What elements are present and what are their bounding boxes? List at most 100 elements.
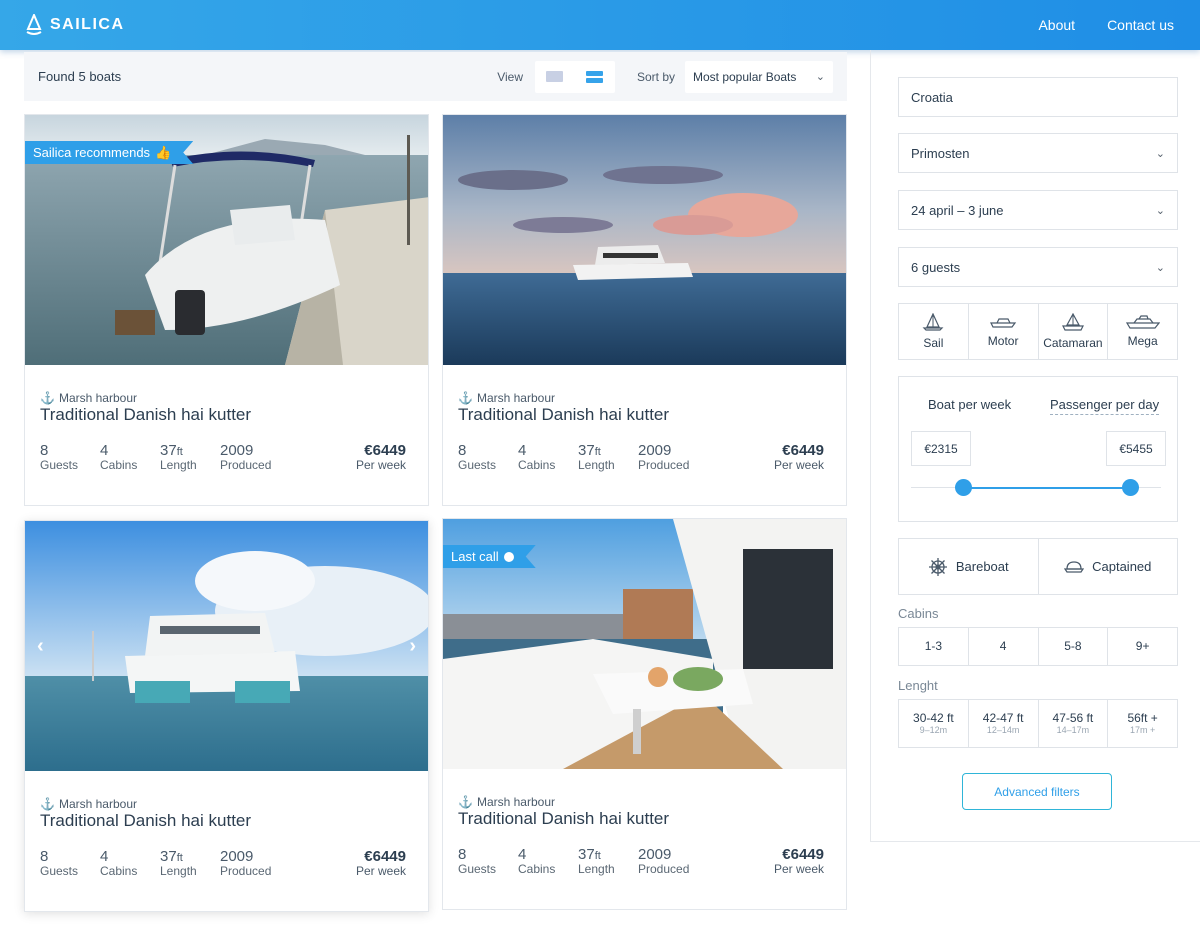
- stat-unit: ft: [594, 446, 601, 458]
- price-slider-max-handle[interactable]: [1122, 479, 1139, 496]
- dates-value: 24 april – 3 june: [911, 202, 1004, 218]
- type-label: Mega: [1127, 334, 1158, 348]
- boat-location: ⚓ Marsh harbour: [40, 797, 137, 811]
- length-m: 12–14m: [986, 725, 1020, 736]
- cabins-label: Cabins: [898, 606, 939, 621]
- location-text: Marsh harbour: [476, 391, 555, 405]
- price-value: €6449: [364, 848, 406, 865]
- tab-passenger-per-day[interactable]: Passenger per day: [1050, 397, 1160, 415]
- price-slider-fill: [963, 487, 1130, 489]
- type-mega[interactable]: Mega: [1108, 304, 1177, 359]
- length-option[interactable]: 30-42 ft 9–12m: [899, 700, 969, 747]
- price-min-input[interactable]: €2315: [911, 431, 971, 466]
- boat-photo[interactable]: Sailica recommends 👍: [25, 115, 428, 365]
- boat-title[interactable]: Traditional Danish hai kutter: [458, 405, 669, 425]
- filters-sidebar: Croatia Primosten ⌄ 24 april – 3 june ⌄ 6 …: [870, 50, 1200, 842]
- last-call-badge: Last call: [443, 545, 536, 568]
- boat-card[interactable]: ⚓ Marsh harbour Traditional Danish hai ku…: [442, 114, 847, 506]
- price-label: Per week: [773, 862, 824, 877]
- tab-boat-per-week[interactable]: Boat per week: [928, 397, 1011, 412]
- type-label: Sail: [923, 336, 944, 350]
- length-option[interactable]: 56ft +17m +: [1108, 700, 1177, 747]
- stat-label: Produced: [638, 458, 690, 473]
- stat-guests: 8 Guests: [40, 442, 100, 473]
- length-option[interactable]: 47-56 ft 14–17m: [1039, 700, 1109, 747]
- main-nav: About Contact us: [1038, 17, 1174, 33]
- length-option[interactable]: 42-47 ft 12–14m: [969, 700, 1039, 747]
- length-label: Lenght: [898, 678, 938, 693]
- next-photo-icon[interactable]: ›: [409, 635, 416, 658]
- logo[interactable]: SAILICA: [26, 14, 125, 36]
- price-range: Boat per week Passenger per day €2315 €5…: [898, 376, 1178, 522]
- stat-label: Cabins: [100, 458, 138, 473]
- view-toggle: [534, 60, 615, 93]
- cabins-option[interactable]: 1-3: [899, 628, 969, 665]
- country-input[interactable]: Croatia: [898, 77, 1178, 117]
- stat-label: Produced: [220, 458, 272, 473]
- advanced-filters-button[interactable]: Advanced filters: [962, 773, 1112, 810]
- type-catamaran[interactable]: Catamaran: [1039, 304, 1109, 359]
- stat-label: Guests: [40, 458, 79, 473]
- grid-view-icon[interactable]: [546, 71, 564, 82]
- list-view-icon[interactable]: [586, 70, 604, 83]
- boat-stats: 8 Guests 4 Cabins 37ft Length 2009 Produced: [40, 848, 271, 879]
- stat-cabins: 4 Cabins: [518, 442, 578, 473]
- stat-value: 37: [578, 846, 595, 863]
- captain-selector: Bareboat Captained: [898, 538, 1178, 595]
- cabins-option[interactable]: 4: [969, 628, 1039, 665]
- price-slider-min-handle[interactable]: [955, 479, 972, 496]
- boat-stats: 8 Guests 4 Cabins 37ft Length 2009 Produced: [40, 442, 271, 473]
- boat-title[interactable]: Traditional Danish hai kutter: [40, 405, 251, 425]
- captain-hat-icon: [1064, 560, 1085, 573]
- sort-value: Most popular Boats: [693, 69, 797, 84]
- stat-unit: ft: [176, 852, 183, 864]
- nav-contact[interactable]: Contact us: [1107, 17, 1174, 33]
- cabins-option[interactable]: 5-8: [1039, 628, 1109, 665]
- cabins-option[interactable]: 9+: [1108, 628, 1177, 665]
- stat-label: Produced: [638, 862, 690, 877]
- motorboat-icon: [990, 318, 1017, 328]
- boat-card[interactable]: Last call ⚓ Marsh harbour Traditional Dan…: [442, 518, 847, 910]
- stat-value: 2009: [220, 442, 254, 459]
- guests-select[interactable]: 6 guests ⌄: [898, 247, 1178, 287]
- stat-value: 8: [458, 442, 467, 459]
- boat-photo[interactable]: Last call: [443, 519, 846, 769]
- stat-cabins: 4 Cabins: [100, 848, 160, 879]
- prev-photo-icon[interactable]: ‹: [37, 635, 44, 658]
- option-bareboat[interactable]: Bareboat: [899, 539, 1039, 594]
- guests-value: 6 guests: [911, 259, 961, 275]
- type-motor[interactable]: Motor: [969, 304, 1039, 359]
- cabins-selector: 1-3 4 5-8 9+: [898, 627, 1178, 666]
- chevron-down-icon: ⌄: [1155, 147, 1165, 160]
- location-text: Marsh harbour: [58, 391, 137, 405]
- sort-select[interactable]: Most popular Boats ⌄: [685, 60, 833, 93]
- stat-value: 37: [160, 442, 177, 459]
- results-count: Found 5 boats: [38, 69, 122, 84]
- boat-card[interactable]: Sailica recommends 👍 ⚓ Marsh harbour Trad…: [24, 114, 429, 506]
- boat-photo[interactable]: [443, 115, 846, 365]
- price-max-input[interactable]: €5455: [1106, 431, 1166, 466]
- stat-label: Length: [160, 864, 197, 879]
- boat-title[interactable]: Traditional Danish hai kutter: [40, 811, 251, 831]
- length-ft: 42-47 ft: [982, 710, 1024, 725]
- type-sail[interactable]: Sail: [899, 304, 969, 359]
- yacht-icon: [1125, 315, 1160, 329]
- anchor-icon: ⚓: [40, 797, 55, 811]
- stat-label: Length: [160, 458, 197, 473]
- country-value: Croatia: [911, 89, 953, 105]
- thumbs-up-icon: 👍: [155, 144, 172, 160]
- stat-value: 8: [458, 846, 467, 863]
- boat-photo[interactable]: ‹ ›: [25, 521, 428, 771]
- city-select[interactable]: Primosten ⌄: [898, 133, 1178, 173]
- location-text: Marsh harbour: [58, 797, 137, 811]
- stat-guests: 8 Guests: [40, 848, 100, 879]
- boat-title[interactable]: Traditional Danish hai kutter: [458, 809, 669, 829]
- boat-card[interactable]: ‹ › ⚓ Marsh harbour Traditional Danish ha…: [24, 520, 429, 912]
- nav-about[interactable]: About: [1038, 17, 1075, 33]
- option-captained[interactable]: Captained: [1039, 539, 1178, 594]
- stat-label: Length: [578, 458, 615, 473]
- length-m: 9–12m: [919, 725, 948, 736]
- dates-select[interactable]: 24 april – 3 june ⌄: [898, 190, 1178, 230]
- stat-value: 8: [40, 848, 49, 865]
- boat-type-selector: Sail Motor Catamaran Mega: [898, 303, 1178, 360]
